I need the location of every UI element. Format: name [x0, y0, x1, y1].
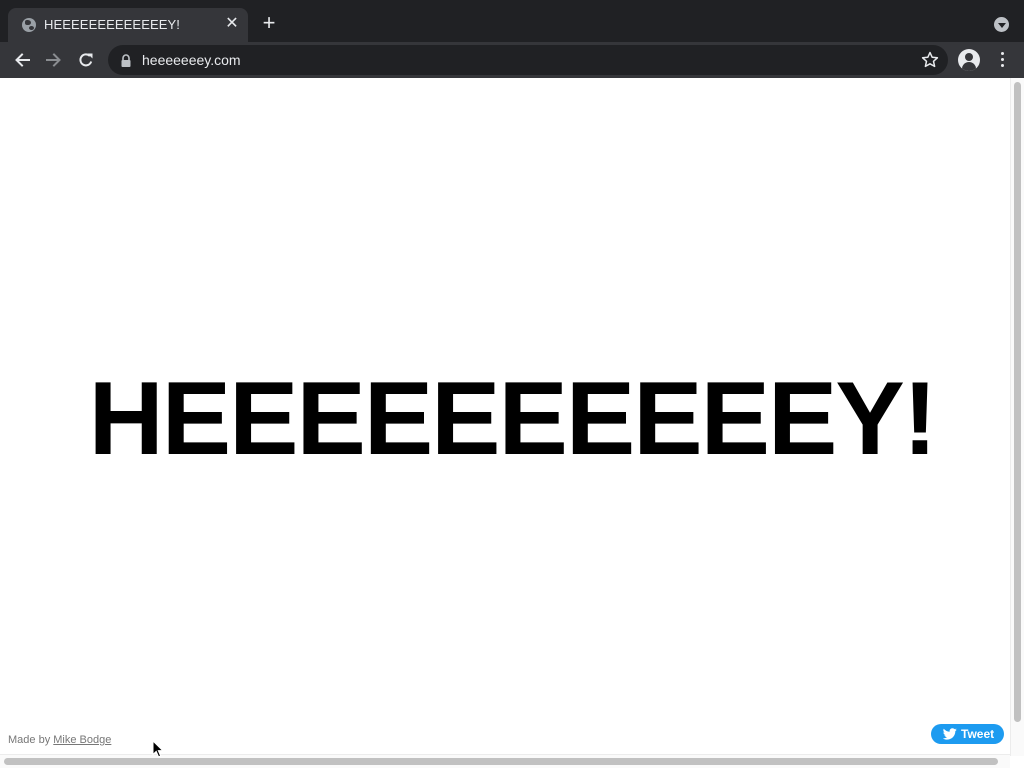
tab-active[interactable]: HEEEEEEEEEEEEEY! ✕ — [8, 8, 248, 42]
back-arrow-icon[interactable] — [10, 48, 34, 72]
page-headline: HEEEEEEEEEEY! — [88, 361, 938, 477]
profile-icon[interactable] — [958, 49, 980, 71]
kebab-menu-icon[interactable] — [995, 50, 1009, 72]
tab-strip: HEEEEEEEEEEEEEY! ✕ + — [0, 0, 1024, 42]
reload-icon[interactable] — [74, 48, 98, 72]
close-icon[interactable]: ✕ — [223, 14, 241, 34]
vertical-scrollbar[interactable] — [1010, 78, 1024, 756]
page-viewport: HEEEEEEEEEEY! Made by Mike Bodge Tweet — [0, 78, 1024, 768]
tweet-button[interactable]: Tweet — [931, 724, 1004, 744]
twitter-bird-icon — [943, 728, 957, 740]
tweet-label: Tweet — [961, 727, 995, 741]
address-bar[interactable]: heeeeeeey.com — [108, 45, 948, 75]
author-link[interactable]: Mike Bodge — [53, 734, 111, 746]
credit-prefix: Made by — [8, 734, 51, 746]
chevron-down-icon[interactable] — [994, 17, 1009, 32]
forward-arrow-icon[interactable] — [42, 48, 66, 72]
browser-window: HEEEEEEEEEEEEEY! ✕ + heeeeeeey.com HEEEE… — [0, 0, 1024, 768]
horizontal-scrollbar-thumb[interactable] — [4, 758, 998, 765]
vertical-scrollbar-thumb[interactable] — [1014, 82, 1021, 722]
star-icon[interactable] — [920, 50, 940, 70]
plus-icon[interactable]: + — [259, 12, 279, 34]
toolbar: heeeeeeey.com — [0, 42, 1024, 78]
url-text[interactable]: heeeeeeey.com — [142, 52, 241, 68]
mouse-cursor-icon — [152, 740, 164, 758]
tab-title: HEEEEEEEEEEEEEY! — [44, 17, 180, 32]
credit-line: Made by Mike Bodge — [8, 734, 111, 746]
globe-icon — [22, 18, 36, 32]
lock-icon[interactable] — [120, 54, 132, 67]
